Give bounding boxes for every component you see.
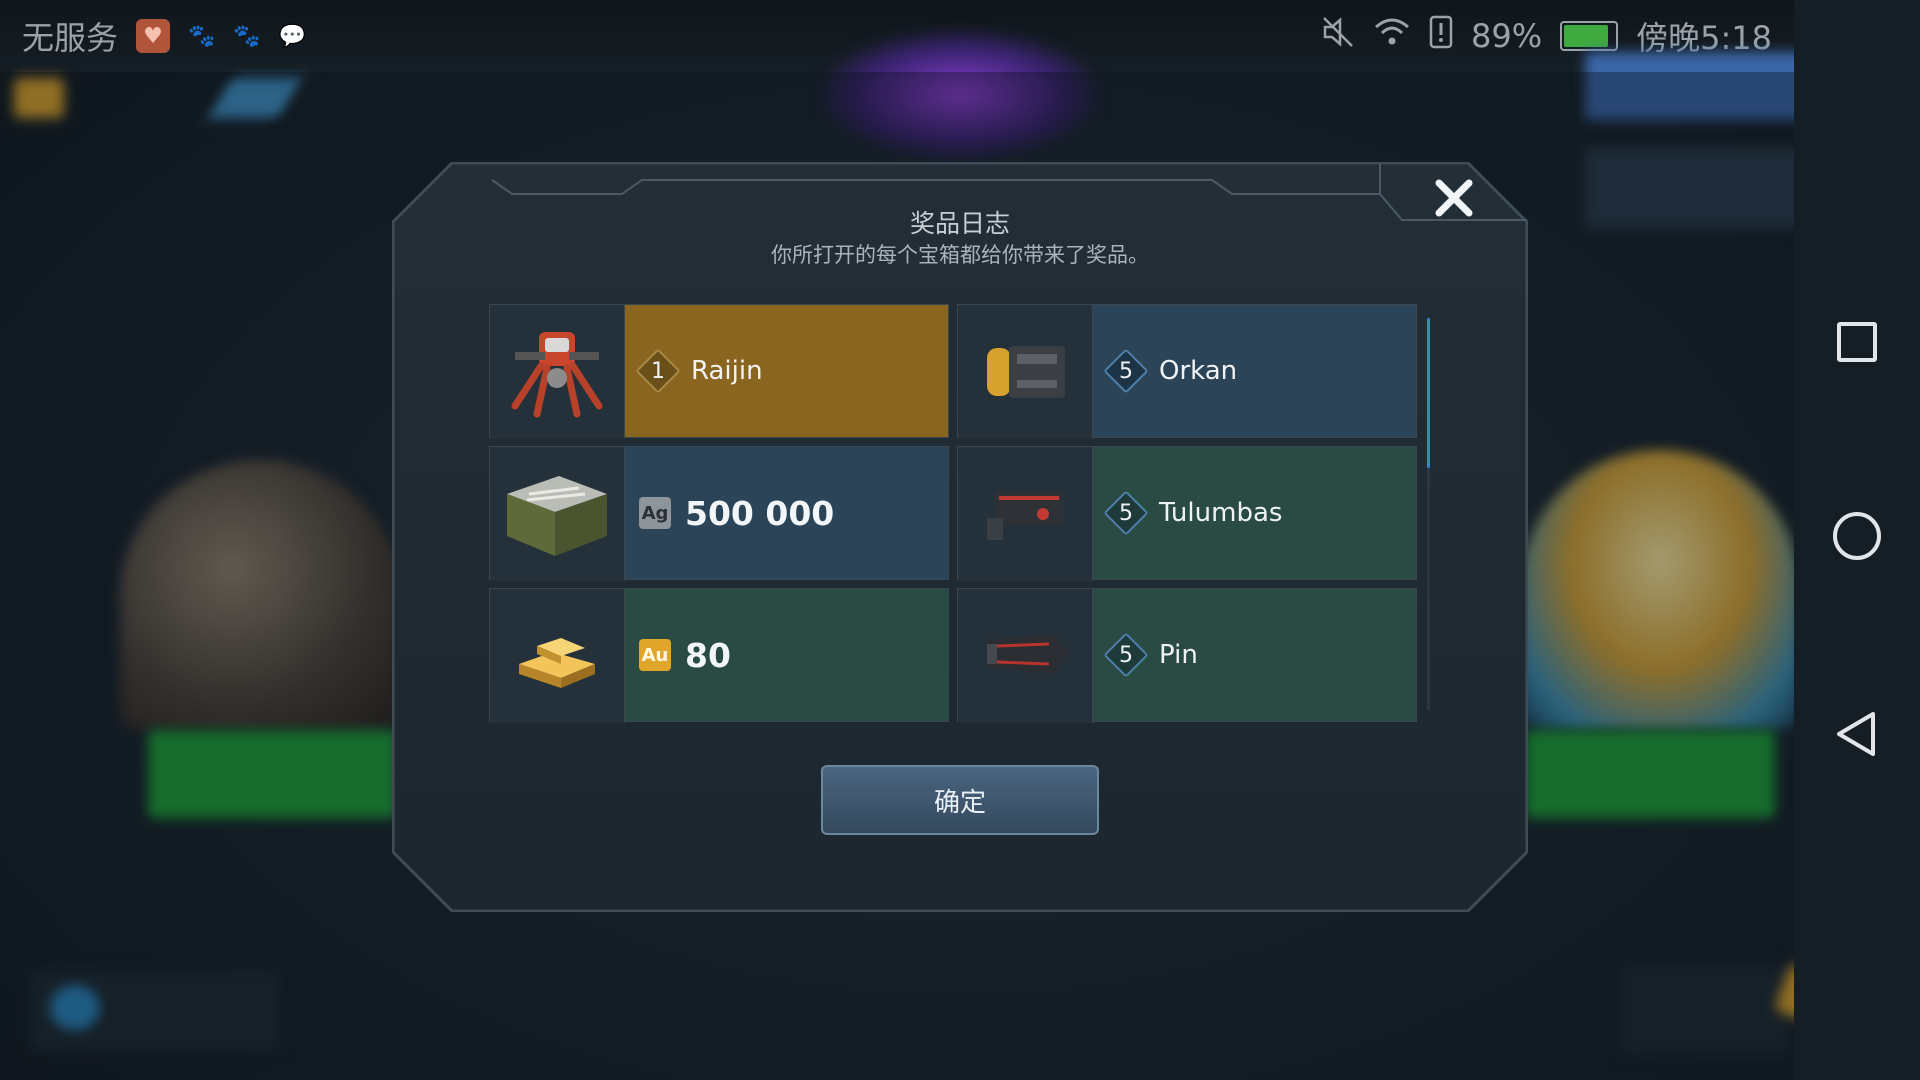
level-badge: 5 — [1107, 352, 1145, 390]
level-badge: 5 — [1107, 494, 1145, 532]
gold-currency-icon: Au — [639, 639, 671, 671]
back-button[interactable] — [1833, 710, 1881, 758]
reward-item-silver[interactable]: Ag 500 000 — [489, 446, 949, 581]
mute-icon — [1321, 15, 1355, 57]
dialog-title: 奖品日志 — [909, 209, 1010, 238]
weapon-icon — [958, 305, 1093, 439]
robot-icon — [490, 305, 625, 439]
reward-item-pin[interactable]: 5 Pin — [957, 588, 1417, 723]
reward-name: Tulumbas — [1159, 498, 1283, 528]
silver-currency-icon: Ag — [639, 497, 671, 529]
paw-icon-2: 🐾 — [233, 23, 261, 49]
dialog-subtitle: 你所打开的每个宝箱都给你带来了奖品。 — [771, 243, 1149, 267]
battery-percent: 89% — [1471, 17, 1543, 55]
confirm-button[interactable]: 确定 — [821, 765, 1099, 835]
weapon-icon — [958, 589, 1093, 723]
reward-item-gold[interactable]: Au 80 — [489, 588, 949, 723]
close-button[interactable] — [1380, 162, 1528, 234]
rewards-grid: 1 Raijin 5 Orkan Ag 500 000 5 Tulumbas A… — [489, 304, 1417, 723]
reward-item-raijin[interactable]: 1 Raijin — [489, 304, 949, 439]
carrier-text: 无服务 — [22, 19, 119, 57]
reward-name: Pin — [1159, 640, 1198, 670]
heart-app-icon: ♥ — [136, 19, 171, 53]
reward-amount: 80 — [685, 635, 731, 675]
reward-name: Raijin — [691, 356, 763, 386]
reward-name: Orkan — [1159, 356, 1238, 386]
status-left: 无服务 ♥ 🐾 🐾 💬 — [22, 13, 306, 59]
reward-item-orkan[interactable]: 5 Orkan — [957, 304, 1417, 439]
scrollbar-thumb[interactable] — [1427, 318, 1430, 468]
weapon-icon — [958, 447, 1093, 581]
silver-crate-icon — [490, 447, 625, 581]
navigation-bar — [1794, 0, 1920, 1080]
level-badge: 5 — [1107, 636, 1145, 674]
paw-icon: 🐾 — [188, 23, 216, 49]
sim-icon — [1429, 15, 1453, 57]
close-icon — [1435, 179, 1473, 217]
level-badge: 1 — [639, 352, 677, 390]
reward-item-tulumbas[interactable]: 5 Tulumbas — [957, 446, 1417, 581]
recent-apps-button[interactable] — [1837, 322, 1877, 362]
reward-amount: 500 000 — [685, 493, 835, 533]
wechat-icon: 💬 — [278, 23, 307, 49]
gold-bars-icon — [490, 589, 625, 723]
wifi-icon — [1373, 15, 1411, 57]
home-button[interactable] — [1833, 512, 1881, 560]
battery-icon — [1560, 21, 1619, 51]
